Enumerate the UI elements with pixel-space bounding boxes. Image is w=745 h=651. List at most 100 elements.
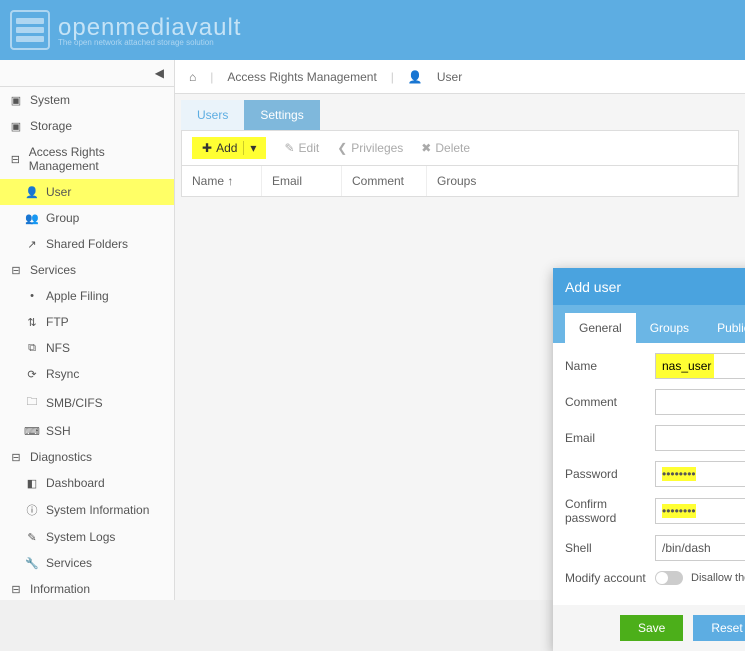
content-area: ⌂ | Access Rights Management | 👤 User Us… (175, 60, 745, 600)
tab-pubkeys[interactable]: Public keys (703, 313, 745, 343)
sidebar-item-services[interactable]: ⊟ Services (0, 257, 174, 283)
sidebar-item-label: Access Rights Management (29, 145, 166, 173)
apple-icon: • (24, 290, 40, 302)
sidebar-item-label: Shared Folders (46, 237, 128, 251)
comment-label: Comment (565, 395, 655, 409)
modify-label: Modify account (565, 571, 655, 585)
name-field[interactable] (655, 353, 745, 379)
sidebar-item-shared-folders[interactable]: ↗ Shared Folders (0, 231, 174, 257)
sidebar-item-system-logs[interactable]: ✎System Logs (0, 524, 174, 550)
sidebar-item-information[interactable]: ⊟Information (0, 576, 174, 600)
save-button[interactable]: Save (620, 615, 683, 641)
tab-settings[interactable]: Settings (244, 100, 319, 130)
sort-asc-icon: ↑ (227, 174, 233, 188)
name-label: Name (565, 359, 655, 373)
sidebar-item-label: Storage (30, 119, 72, 133)
sidebar: ◀ ▣ System ▣ Storage ⊟ Access Rights Manageme… (0, 60, 175, 600)
sidebar-item-label: User (46, 185, 71, 199)
privileges-button[interactable]: ❮Privileges (337, 141, 403, 155)
sidebar-item-label: Dashboard (46, 476, 105, 490)
sidebar-item-label: Services (46, 556, 92, 570)
user-icon: 👤 (24, 186, 40, 199)
sidebar-item-ftp[interactable]: ⇅FTP (0, 309, 174, 335)
tab-groups[interactable]: Groups (636, 313, 703, 343)
caret-down-icon: ▾ (243, 141, 256, 155)
sidebar-item-system-information[interactable]: ⓘSystem Information (0, 496, 174, 524)
plus-icon: ✚ (202, 141, 212, 155)
sidebar-item-nfs[interactable]: ⧉ NFS (0, 335, 174, 361)
minus-box-icon: ⊟ (8, 264, 24, 277)
sidebar-collapse[interactable]: ◀ (0, 60, 174, 87)
sidebar-item-label: SSH (46, 424, 71, 438)
minus-box-icon: ⊟ (8, 153, 23, 166)
add-user-dialog: Add user ✖ General Groups Public keys Na… (553, 268, 745, 651)
sidebar-item-label: System (30, 93, 70, 107)
share-icon: ↗ (24, 238, 40, 251)
sidebar-item-label: Rsync (46, 367, 79, 381)
rsync-icon: ⟳ (24, 368, 40, 381)
sidebar-item-label: Services (30, 263, 76, 277)
confirm-password-field[interactable]: •••••••• (655, 498, 745, 524)
shell-label: Shell (565, 541, 655, 555)
comment-field[interactable] (655, 389, 745, 415)
sidebar-item-services[interactable]: 🔧 Services (0, 550, 174, 576)
nfs-icon: ⧉ (24, 342, 40, 355)
ftp-icon: ⇅ (24, 316, 40, 329)
sidebar-item-group[interactable]: 👥 Group (0, 205, 174, 231)
sidebar-item-smb-cifs[interactable]: 🗀 SMB/CIFS (0, 387, 174, 418)
edit-button[interactable]: ✎Edit (284, 141, 319, 155)
reset-button[interactable]: Reset (693, 615, 745, 641)
delete-button[interactable]: ✖Delete (421, 141, 470, 155)
password-label: Password (565, 467, 655, 481)
col-comment[interactable]: Comment (342, 166, 427, 196)
modify-toggle[interactable] (655, 571, 683, 585)
sidebar-item-label: System Information (46, 503, 149, 517)
sidebar-item-label: Apple Filing (46, 289, 109, 303)
toolbar: ✚ Add ▾ ✎Edit ❮Privileges ✖Delete (181, 130, 739, 166)
sidebar-item-diagnostics[interactable]: ⊟ Diagnostics (0, 444, 174, 470)
password-field[interactable]: •••••••• (655, 461, 745, 487)
shell-select[interactable]: /bin/dash▾ (655, 535, 745, 561)
add-button[interactable]: ✚ Add ▾ (192, 137, 266, 159)
minus-box-icon: ⊟ (8, 451, 24, 464)
sidebar-item-access-rights-management[interactable]: ⊟ Access Rights Management (0, 139, 174, 179)
share-icon: ❮ (337, 141, 347, 155)
smb-icon: 🗀 (24, 393, 40, 412)
dashboard-icon: ◧ (24, 477, 40, 490)
email-field[interactable] (655, 425, 745, 451)
pencil-icon: ✎ (284, 141, 294, 155)
sidebar-item-label: NFS (46, 341, 70, 355)
sidebar-item-user[interactable]: 👤 User (0, 179, 174, 205)
minus-box-icon: ⊟ (8, 583, 24, 596)
sidebar-item-system[interactable]: ▣ System (0, 87, 174, 113)
logo-icon (10, 10, 50, 50)
tab-users[interactable]: Users (181, 100, 244, 130)
dialog-title: Add user (565, 279, 621, 295)
col-name[interactable]: Name ↑ (182, 166, 262, 196)
breadcrumb-section[interactable]: Access Rights Management (227, 70, 376, 84)
plus-box-icon: ▣ (8, 120, 24, 133)
breadcrumb-page[interactable]: User (437, 70, 462, 84)
confirm-label: Confirm password (565, 497, 655, 525)
col-email[interactable]: Email (262, 166, 342, 196)
app-header: openmediavault The open network attached… (0, 0, 745, 60)
breadcrumb: ⌂ | Access Rights Management | 👤 User (175, 60, 745, 94)
sidebar-item-rsync[interactable]: ⟳ Rsync (0, 361, 174, 387)
sidebar-item-dashboard[interactable]: ◧ Dashboard (0, 470, 174, 496)
wrench-icon: 🔧 (24, 557, 40, 570)
sidebar-item-label: Diagnostics (30, 450, 92, 464)
email-label: Email (565, 431, 655, 445)
sidebar-item-apple-filing[interactable]: • Apple Filing (0, 283, 174, 309)
sidebar-item-storage[interactable]: ▣ Storage (0, 113, 174, 139)
user-icon: 👤 (408, 70, 423, 84)
plus-box-icon: ▣ (8, 94, 24, 107)
col-groups[interactable]: Groups (427, 166, 738, 196)
home-icon[interactable]: ⌂ (189, 70, 196, 84)
grid-header: Name ↑ Email Comment Groups (181, 166, 739, 197)
group-icon: 👥 (24, 212, 40, 225)
sidebar-item-label: Group (46, 211, 79, 225)
sidebar-item-ssh[interactable]: ⌨ SSH (0, 418, 174, 444)
tab-general[interactable]: General (565, 313, 636, 343)
sidebar-item-label: SMB/CIFS (46, 396, 103, 410)
ssh-icon: ⌨ (24, 425, 40, 438)
